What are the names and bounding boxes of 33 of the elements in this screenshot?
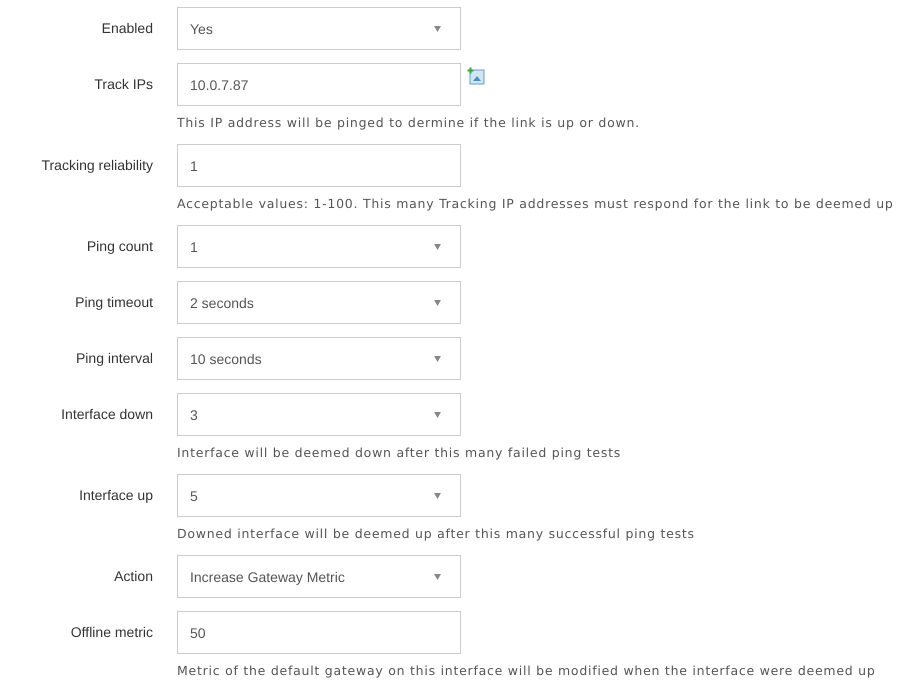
help-text: This IP address will be pinged to dermine if the link is up or down.: [177, 115, 641, 131]
help-text: Acceptable values: 1-100. This many Tracking IP addresses must respond for the link to be deemed up: [177, 196, 895, 212]
caret-icon: [434, 26, 441, 32]
field-label: Ping interval: [74, 349, 153, 368]
field-label: Track IPs: [93, 75, 153, 94]
input-field[interactable]: 50: [177, 611, 461, 654]
dropdown[interactable]: Yes: [177, 7, 461, 50]
help-text: Downed interface will be deemed up after this many successful ping tests: [177, 526, 696, 542]
dropdown[interactable]: Increase Gateway Metric: [177, 555, 461, 598]
add-icon[interactable]: [467, 67, 485, 85]
field-label: Action: [113, 567, 153, 586]
field-label: Enabled: [100, 19, 153, 38]
field-label: Interface down: [60, 405, 153, 424]
input-field[interactable]: 1: [177, 144, 461, 187]
dropdown[interactable]: 1: [177, 225, 461, 268]
caret-icon: [434, 574, 441, 580]
field-label: Ping timeout: [74, 293, 153, 312]
help-text: Metric of the default gateway on this interface will be modified when the interface were deemed up: [177, 663, 877, 679]
field-label: Ping count: [86, 237, 153, 256]
caret-icon: [434, 300, 441, 306]
caret-icon: [434, 244, 441, 250]
field-label: Offline metric: [70, 623, 153, 642]
caret-icon: [434, 492, 441, 498]
caret-icon: [434, 412, 441, 418]
field-label: Tracking reliability: [40, 156, 153, 175]
input-field[interactable]: 10.0.7.87: [177, 63, 461, 106]
dropdown[interactable]: 5: [177, 474, 461, 517]
caret-icon: [434, 356, 441, 362]
help-text: Interface will be deemed down after this many failed ping tests: [177, 445, 622, 461]
field-label: Interface up: [78, 486, 153, 505]
dropdown[interactable]: 2 seconds: [177, 281, 461, 324]
dropdown[interactable]: 10 seconds: [177, 337, 461, 380]
dropdown[interactable]: 3: [177, 393, 461, 436]
